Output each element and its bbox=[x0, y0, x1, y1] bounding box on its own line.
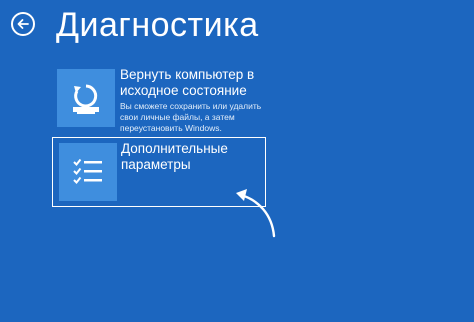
advanced-options-title: Дополнительные параметры bbox=[121, 141, 228, 172]
reset-pc-description: Вы сможете сохранить или удалить свои ли… bbox=[120, 101, 262, 133]
curved-pointer-arrow-icon bbox=[236, 189, 276, 238]
page-title: Диагностика bbox=[56, 6, 259, 44]
reset-pc-title: Вернуть компьютер в исходное состояние bbox=[120, 67, 255, 98]
checklist-icon bbox=[59, 143, 117, 201]
reset-pc-icon bbox=[57, 69, 115, 127]
back-arrow-icon bbox=[17, 19, 29, 29]
back-button[interactable] bbox=[11, 12, 35, 36]
reset-pc-option[interactable]: Вернуть компьютер в исходное состояние В… bbox=[52, 64, 266, 133]
